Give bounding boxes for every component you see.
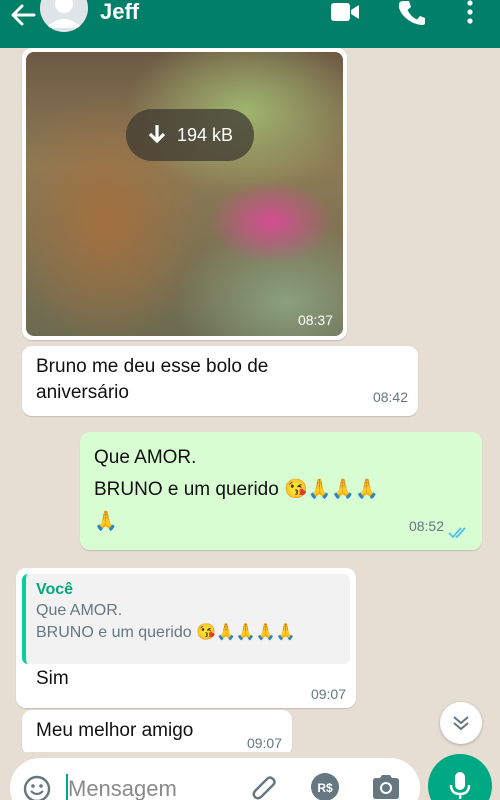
incoming-message[interactable]: Bruno me deu esse bolo de aniversário 08…: [22, 346, 418, 416]
avatar-icon: [40, 0, 88, 32]
chat-area[interactable]: 194 kB 08:37 Bruno me deu esse bolo de a…: [0, 48, 500, 752]
message-time: 09:07: [246, 735, 282, 751]
quoted-message[interactable]: Você Que AMOR. BRUNO e um querido 😘🙏🙏🙏🙏: [22, 574, 350, 664]
message-time: 08:42: [372, 389, 408, 405]
attach-icon: [252, 776, 276, 800]
message-composer: R$: [10, 758, 420, 800]
back-button[interactable]: [8, 2, 38, 28]
emoji-button[interactable]: [22, 774, 52, 800]
message-text: Sim: [36, 668, 69, 689]
message-time: 09:07: [310, 686, 346, 702]
message-text: Meu melhor amigo: [36, 720, 194, 741]
chat-header: Jeff: [0, 0, 500, 48]
voice-message-button[interactable]: [428, 754, 492, 800]
image-message[interactable]: 194 kB 08:37: [22, 48, 347, 340]
quote-text-line: BRUNO e um querido 😘🙏🙏🙏🙏: [36, 624, 296, 641]
payment-icon: R$: [311, 773, 339, 800]
attach-button[interactable]: [250, 772, 280, 800]
emoji-icon: [23, 775, 51, 800]
camera-button[interactable]: [370, 772, 402, 800]
more-vert-icon: [467, 0, 473, 24]
quote-author: Você: [36, 581, 74, 598]
double-chevron-down-icon: [453, 716, 469, 731]
contact-name[interactable]: Jeff: [100, 0, 139, 24]
message-text-line: Que AMOR.: [94, 447, 197, 468]
message-input[interactable]: [68, 772, 238, 800]
video-call-icon: [331, 3, 359, 21]
message-text-line: Bruno me deu esse bolo de: [36, 356, 269, 377]
download-icon: [148, 125, 166, 144]
quote-text-line: Que AMOR.: [36, 602, 123, 619]
message-time: 08:52: [408, 518, 444, 534]
back-arrow-icon: [11, 4, 36, 26]
menu-button[interactable]: [462, 0, 478, 26]
message-text-line: aniversário: [36, 382, 129, 403]
voice-call-button[interactable]: [398, 0, 426, 26]
blurred-image[interactable]: 194 kB 08:37: [26, 52, 343, 336]
camera-icon: [373, 775, 399, 799]
download-size: 194 kB: [176, 124, 234, 145]
video-call-button[interactable]: [330, 0, 360, 26]
svg-text:R$: R$: [317, 781, 333, 795]
message-time: 08:37: [297, 312, 333, 328]
read-receipt-icon: [448, 527, 466, 539]
phone-icon: [398, 1, 425, 25]
download-button[interactable]: 194 kB: [126, 109, 254, 161]
mic-icon: [449, 772, 471, 799]
message-text-line: BRUNO e um querido 😘🙏🙏🙏: [94, 479, 379, 500]
avatar[interactable]: [40, 0, 88, 32]
incoming-message[interactable]: Meu melhor amigo 09:07: [22, 710, 292, 752]
scroll-to-bottom-button[interactable]: [440, 702, 482, 744]
outgoing-message[interactable]: Que AMOR. BRUNO e um querido 😘🙏🙏🙏 🙏 08:5…: [80, 432, 482, 550]
reply-message[interactable]: Você Que AMOR. BRUNO e um querido 😘🙏🙏🙏🙏 …: [16, 568, 356, 708]
payment-button[interactable]: R$: [310, 772, 340, 800]
